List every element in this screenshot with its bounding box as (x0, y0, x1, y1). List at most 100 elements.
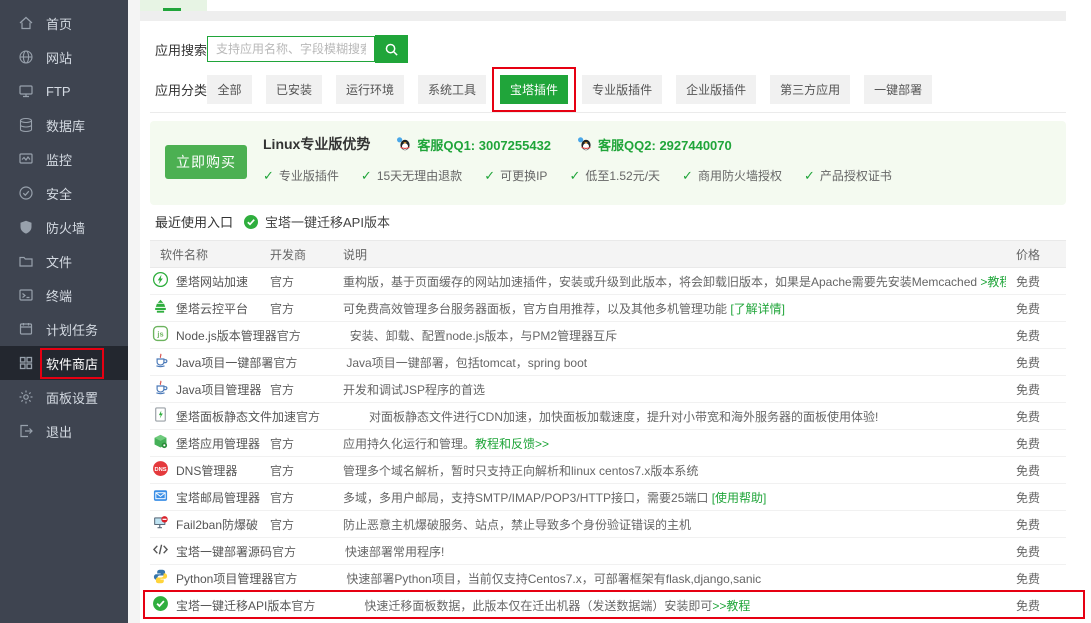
table-row[interactable]: DNSDNS管理器官方管理多个域名解析，暂时只支持正向解析和linux cent… (150, 457, 1066, 484)
plugin-name: 宝塔一键迁移API版本 (176, 597, 291, 614)
table-row[interactable]: 堡塔云控平台官方可免费高效管理多台服务器面板，官方自用推荐，以及其他多机管理功能… (150, 295, 1066, 322)
plugin-developer: 官方 (270, 300, 343, 317)
description-text: 快速迁移面板数据，此版本仅在迁出机器（发送数据端）安装即可 (364, 599, 712, 613)
category-system-tools[interactable]: 系统工具 (418, 75, 486, 104)
description-link[interactable]: >教程 (977, 275, 1006, 289)
feature-item: ✓商用防火墙授权 (682, 167, 782, 184)
plugin-description: 防止恶意主机爆破服务、站点，禁止导致多个身份验证错误的主机 (343, 516, 1006, 533)
sidebar-item-files[interactable]: 文件 (0, 244, 128, 278)
table-row[interactable]: Python项目管理器官方快速部署Python项目，当前仅支持Centos7.x… (150, 565, 1066, 592)
sidebar-scrollbar[interactable] (128, 0, 140, 623)
description-link[interactable]: 教程和反馈>> (475, 437, 549, 451)
bt-panel-app: 首页网站 FTP 数据库监控安全防火墙文件终端计划任务软件商店面板设置退出 应用搜索… (0, 0, 1091, 623)
plugin-developer: 官方 (270, 462, 343, 479)
table-header-cell: 软件名称 (150, 246, 270, 263)
table-row[interactable]: Fail2ban防爆破官方防止恶意主机爆破服务、站点，禁止导致多个身份验证错误的… (150, 511, 1066, 538)
plugin-price: 免费 (1006, 543, 1066, 560)
store-icon (18, 355, 34, 371)
category-bt-plugin[interactable]: 宝塔插件 (500, 75, 568, 104)
files-icon (18, 253, 34, 269)
app-search-row: 应用搜索 (155, 34, 408, 64)
check-circle-icon (243, 214, 259, 230)
plugin-description: 安装、卸载、配置node.js版本，与PM2管理器互斥 (350, 327, 1006, 344)
plugin-name-cell: 堡塔面板静态文件加速 (150, 406, 296, 426)
description-link[interactable]: >>教程 (712, 599, 750, 613)
table-row[interactable]: 堡塔网站加速官方重构版，基于页面缓存的网站加速插件，安装或升级到此版本，将会卸载… (150, 268, 1066, 295)
plugin-developer: 官方 (270, 381, 343, 398)
sidebar-item-label: 退出 (46, 422, 72, 441)
check-icon: ✓ (484, 168, 495, 184)
qq-icon (577, 136, 593, 152)
sidebar-item-panel-settings[interactable]: 面板设置 (0, 380, 128, 414)
java-icon (152, 379, 169, 399)
sidebar-item-website[interactable]: 网站 (0, 40, 128, 74)
app-category-label: 应用分类 (155, 80, 207, 99)
recent-entry-item[interactable]: 宝塔一键迁移API版本 (243, 212, 390, 231)
buy-now-button[interactable]: 立即购买 (165, 145, 247, 179)
banner-title-row: Linux专业版优势 客服QQ1: 3007255432客服QQ2: 29274… (263, 134, 732, 154)
migrate-check-icon (152, 595, 169, 615)
app-search-label: 应用搜索 (155, 40, 207, 59)
description-link[interactable]: [使用帮助] (708, 491, 766, 505)
settings-icon (18, 389, 34, 405)
sidebar-item-home[interactable]: 首页 (0, 6, 128, 40)
table-row[interactable]: 宝塔邮局管理器官方多域，多用户邮局，支持SMTP/IMAP/POP3/HTTP接… (150, 484, 1066, 511)
sidebar-item-security[interactable]: 安全 (0, 176, 128, 210)
plugin-price: 免费 (1006, 489, 1066, 506)
monitor-icon (18, 151, 34, 167)
qq-contact[interactable]: 客服QQ2: 2927440070 (577, 135, 732, 154)
plugin-name: 堡塔云控平台 (176, 300, 248, 317)
main-content: 应用搜索 应用分类 全部已安装运行环境系统工具宝塔插件专业版插件企业版插件第三方… (140, 0, 1091, 623)
category-installed[interactable]: 已安装 (266, 75, 322, 104)
table-header-cell: 价格 (1006, 246, 1066, 263)
description-text: 管理多个域名解析，暂时只支持正向解析和linux centos7.x版本系统 (343, 464, 698, 478)
plugin-price: 免费 (1006, 300, 1066, 317)
sidebar-item-ftp[interactable]: FTP (0, 74, 128, 108)
search-input[interactable] (207, 36, 375, 62)
speed-icon (152, 271, 169, 291)
table-row[interactable]: 堡塔应用管理器官方应用持久化运行和管理。教程和反馈>>免费 (150, 430, 1066, 457)
feature-item: ✓低至1.52元/天 (569, 167, 660, 184)
table-row[interactable]: Java项目一键部署官方Java项目一键部署，包括tomcat，spring b… (150, 349, 1066, 376)
sidebar-item-app-store[interactable]: 软件商店 (0, 346, 128, 380)
table-row[interactable]: jsNode.js版本管理器官方安装、卸载、配置node.js版本，与PM2管理… (150, 322, 1066, 349)
category-runtime[interactable]: 运行环境 (336, 75, 404, 104)
description-link[interactable]: [了解详情] (727, 302, 785, 316)
table-body: 堡塔网站加速官方重构版，基于页面缓存的网站加速插件，安装或升级到此版本，将会卸载… (150, 268, 1066, 619)
plugin-developer: 官方 (270, 489, 343, 506)
plugin-developer: 官方 (270, 435, 343, 452)
plugin-name-cell: 堡塔云控平台 (150, 298, 270, 318)
sidebar-item-terminal[interactable]: 终端 (0, 278, 128, 312)
sidebar-item-database[interactable]: 数据库 (0, 108, 128, 142)
sidebar-item-label: FTP (46, 84, 71, 99)
sidebar-item-cron[interactable]: 计划任务 (0, 312, 128, 346)
app-category-row: 应用分类 全部已安装运行环境系统工具宝塔插件专业版插件企业版插件第三方应用一键部… (155, 75, 932, 104)
table-row[interactable]: 宝塔一键部署源码官方快速部署常用程序!免费 (150, 538, 1066, 565)
category-all[interactable]: 全部 (207, 75, 252, 104)
category-list: 全部已安装运行环境系统工具宝塔插件专业版插件企业版插件第三方应用一键部署 (207, 75, 932, 104)
feature-label: 低至1.52元/天 (585, 167, 660, 184)
feature-label: 15天无理由退款 (377, 167, 462, 184)
table-row[interactable]: Java项目管理器官方开发和调试JSP程序的首选免费 (150, 376, 1066, 403)
table-row[interactable]: 宝塔一键迁移API版本官方快速迁移面板数据，此版本仅在迁出机器（发送数据端）安装… (150, 592, 1066, 619)
category-one-click-deploy[interactable]: 一键部署 (864, 75, 932, 104)
search-icon (384, 42, 399, 57)
plugin-developer: 官方 (277, 327, 350, 344)
recent-entry-row: 最近使用入口 宝塔一键迁移API版本 (155, 212, 390, 231)
plugin-developer: 官方 (296, 408, 369, 425)
feature-item: ✓专业版插件 (263, 167, 339, 184)
category-pro-plugin[interactable]: 专业版插件 (582, 75, 662, 104)
category-enterprise-plugin[interactable]: 企业版插件 (676, 75, 756, 104)
active-tab-remnant[interactable] (140, 0, 207, 11)
qq-contact[interactable]: 客服QQ1: 3007255432 (396, 135, 551, 154)
plugin-name: 堡塔应用管理器 (176, 435, 260, 452)
table-row[interactable]: 堡塔面板静态文件加速官方对面板静态文件进行CDN加速，加快面板加载速度，提升对小… (150, 403, 1066, 430)
section-divider (150, 112, 1066, 113)
sidebar-item-firewall[interactable]: 防火墙 (0, 210, 128, 244)
sidebar-item-monitor[interactable]: 监控 (0, 142, 128, 176)
search-button[interactable] (375, 35, 408, 63)
category-third-party[interactable]: 第三方应用 (770, 75, 850, 104)
cloud-platform-icon (152, 298, 169, 318)
sidebar-item-logout[interactable]: 退出 (0, 414, 128, 448)
svg-text:DNS: DNS (154, 467, 166, 473)
